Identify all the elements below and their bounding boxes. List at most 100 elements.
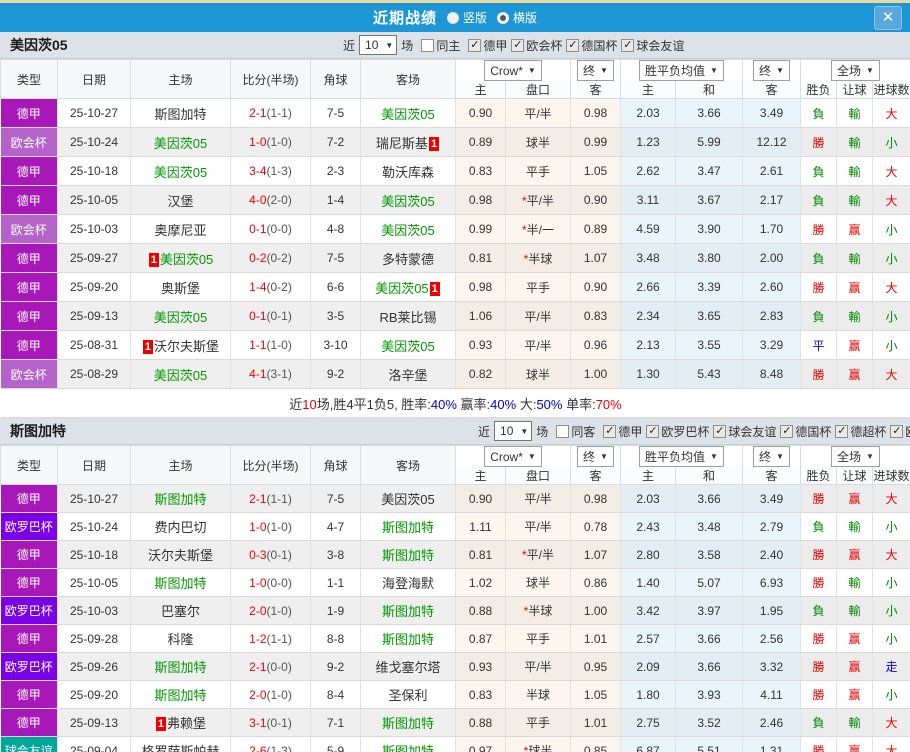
away-team-cell[interactable]: 维戈塞尔塔: [360, 652, 456, 681]
checkbox-icon[interactable]: [556, 424, 570, 438]
team-name[interactable]: 斯图加特: [382, 548, 434, 563]
home-team-cell[interactable]: 美因茨05: [130, 156, 231, 186]
away-team-cell[interactable]: RB莱比锡: [360, 301, 456, 331]
checkbox-icon[interactable]: ✓: [835, 424, 849, 438]
checkbox-icon[interactable]: ✓: [621, 38, 635, 52]
team-name[interactable]: 勒沃库森: [382, 165, 434, 180]
league-filter-欧冠杯[interactable]: ✓欧冠杯: [890, 423, 910, 440]
home-team-cell[interactable]: 费内巴切: [130, 512, 231, 541]
team-name[interactable]: 美因茨05: [154, 136, 207, 151]
team-name[interactable]: 斯图加特: [154, 492, 206, 507]
league-filter-德超杯[interactable]: ✓ 德超杯: [835, 423, 886, 440]
home-team-cell[interactable]: 巴塞尔: [130, 596, 231, 625]
home-team-cell[interactable]: 美因茨05: [130, 301, 231, 331]
league-filter-球会友谊[interactable]: ✓ 球会友谊: [621, 37, 684, 54]
bookmaker-select[interactable]: Crow* ▼: [484, 446, 542, 467]
away-team-cell[interactable]: 美因茨05: [360, 330, 456, 360]
away-team-cell[interactable]: 瑞尼斯基 1: [360, 127, 456, 157]
team-name[interactable]: 巴塞尔: [161, 604, 200, 619]
team-name[interactable]: 斯图加特: [154, 660, 206, 675]
layout-radio-vertical[interactable]: 竖版: [446, 9, 487, 26]
home-team-cell[interactable]: 斯图加特: [130, 652, 231, 681]
team-name[interactable]: 圣保利: [388, 688, 427, 703]
team-name[interactable]: 美因茨05: [154, 368, 207, 383]
home-team-cell[interactable]: 格罗萨斯帕赫: [130, 736, 231, 752]
home-team-cell[interactable]: 奥斯堡: [130, 272, 231, 302]
checkbox-icon[interactable]: ✓: [603, 424, 617, 438]
away-team-cell[interactable]: 斯图加特: [360, 624, 456, 653]
home-team-cell[interactable]: 斯图加特: [130, 568, 231, 597]
away-team-cell[interactable]: 美因茨05: [360, 484, 456, 513]
team-name[interactable]: 奥摩尼亚: [154, 223, 206, 238]
avg-stage-select[interactable]: 终 ▼: [753, 446, 790, 467]
team-name[interactable]: 斯图加特: [154, 688, 206, 703]
layout-radio-horizontal[interactable]: 横版: [497, 9, 537, 26]
team-name[interactable]: 奥斯堡: [161, 281, 200, 296]
away-team-cell[interactable]: 勒沃库森: [360, 156, 456, 186]
checkbox-icon[interactable]: ✓: [468, 38, 482, 52]
home-team-cell[interactable]: 沃尔夫斯堡: [130, 540, 231, 569]
team-name[interactable]: 洛辛堡: [388, 368, 427, 383]
bookmaker-select[interactable]: Crow* ▼: [484, 60, 542, 81]
home-team-cell[interactable]: 斯图加特: [130, 484, 231, 513]
team-name[interactable]: 斯图加特: [382, 744, 434, 752]
away-team-cell[interactable]: 海登海默: [360, 568, 456, 597]
team-name[interactable]: 科隆: [167, 632, 193, 647]
avg-odds-select[interactable]: 胜平负均值 ▼: [639, 446, 724, 467]
avg-stage-select[interactable]: 终 ▼: [753, 60, 790, 81]
home-team-cell[interactable]: 奥摩尼亚: [130, 214, 231, 244]
away-team-cell[interactable]: 斯图加特: [360, 736, 456, 752]
team-name[interactable]: 美因茨05: [381, 339, 434, 354]
home-team-cell[interactable]: 汉堡: [130, 185, 231, 215]
team-name[interactable]: 汉堡: [167, 194, 193, 209]
away-team-cell[interactable]: 斯图加特: [360, 708, 456, 737]
team-name[interactable]: 美因茨05: [154, 310, 207, 325]
away-team-cell[interactable]: 斯图加特: [360, 512, 456, 541]
team-name[interactable]: 斯图加特: [154, 576, 206, 591]
match-count-select[interactable]: 10 ▼: [494, 421, 533, 441]
away-team-cell[interactable]: 斯图加特: [360, 596, 456, 625]
team-name[interactable]: RB莱比锡: [379, 310, 436, 325]
home-team-cell[interactable]: 1 弗赖堡: [130, 708, 231, 737]
home-team-cell[interactable]: 斯图加特: [130, 680, 231, 709]
checkbox-icon[interactable]: ✓: [890, 424, 904, 438]
home-team-cell[interactable]: 科隆: [130, 624, 231, 653]
scope-select[interactable]: 全场 ▼: [831, 60, 880, 81]
team-name[interactable]: 沃尔夫斯堡: [154, 339, 219, 354]
team-name[interactable]: 美因茨05: [154, 165, 207, 180]
team-name[interactable]: 美因茨05: [381, 223, 434, 238]
avg-odds-select[interactable]: 胜平负均值 ▼: [639, 60, 724, 81]
team-name[interactable]: 费内巴切: [154, 520, 206, 535]
checkbox-icon[interactable]: ✓: [713, 424, 727, 438]
team-name[interactable]: 美因茨05: [381, 194, 434, 209]
checkbox-icon[interactable]: ✓: [511, 38, 525, 52]
league-filter-德国杯[interactable]: ✓ 德国杯: [780, 423, 831, 440]
home-team-cell[interactable]: 1 沃尔夫斯堡: [130, 330, 231, 360]
team-name[interactable]: 维戈塞尔塔: [375, 660, 440, 675]
team-name[interactable]: 格罗萨斯帕赫: [141, 744, 219, 752]
league-filter-德国杯[interactable]: ✓ 德国杯: [566, 37, 617, 54]
away-team-cell[interactable]: 美因茨05: [360, 185, 456, 215]
away-team-cell[interactable]: 美因茨05: [360, 98, 456, 128]
away-team-cell[interactable]: 斯图加特: [360, 540, 456, 569]
team-name[interactable]: 美因茨05: [381, 492, 434, 507]
team-name[interactable]: 斯图加特: [154, 107, 206, 122]
odds-stage-select[interactable]: 终 ▼: [577, 60, 614, 81]
team-name[interactable]: 斯图加特: [382, 632, 434, 647]
league-filter-球会友谊[interactable]: ✓ 球会友谊: [713, 423, 776, 440]
checkbox-icon[interactable]: ✓: [780, 424, 794, 438]
team-name[interactable]: 弗赖堡: [167, 716, 206, 731]
team-name[interactable]: 美因茨05: [375, 281, 428, 296]
away-team-cell[interactable]: 多特蒙德: [360, 243, 456, 273]
checkbox-icon[interactable]: ✓: [566, 38, 580, 52]
league-filter-德甲[interactable]: ✓ 德甲: [468, 37, 507, 54]
close-button[interactable]: ✕: [874, 6, 902, 30]
team-name[interactable]: 美因茨05: [381, 107, 434, 122]
team-name[interactable]: 沃尔夫斯堡: [148, 548, 213, 563]
league-filter-欧会杯[interactable]: ✓ 欧会杯: [511, 37, 562, 54]
scope-select[interactable]: 全场 ▼: [831, 446, 880, 467]
team-name[interactable]: 海登海默: [382, 576, 434, 591]
team-name[interactable]: 多特蒙德: [382, 252, 434, 267]
team-name[interactable]: 瑞尼斯基: [376, 136, 428, 151]
odds-stage-select[interactable]: 终 ▼: [577, 446, 614, 467]
